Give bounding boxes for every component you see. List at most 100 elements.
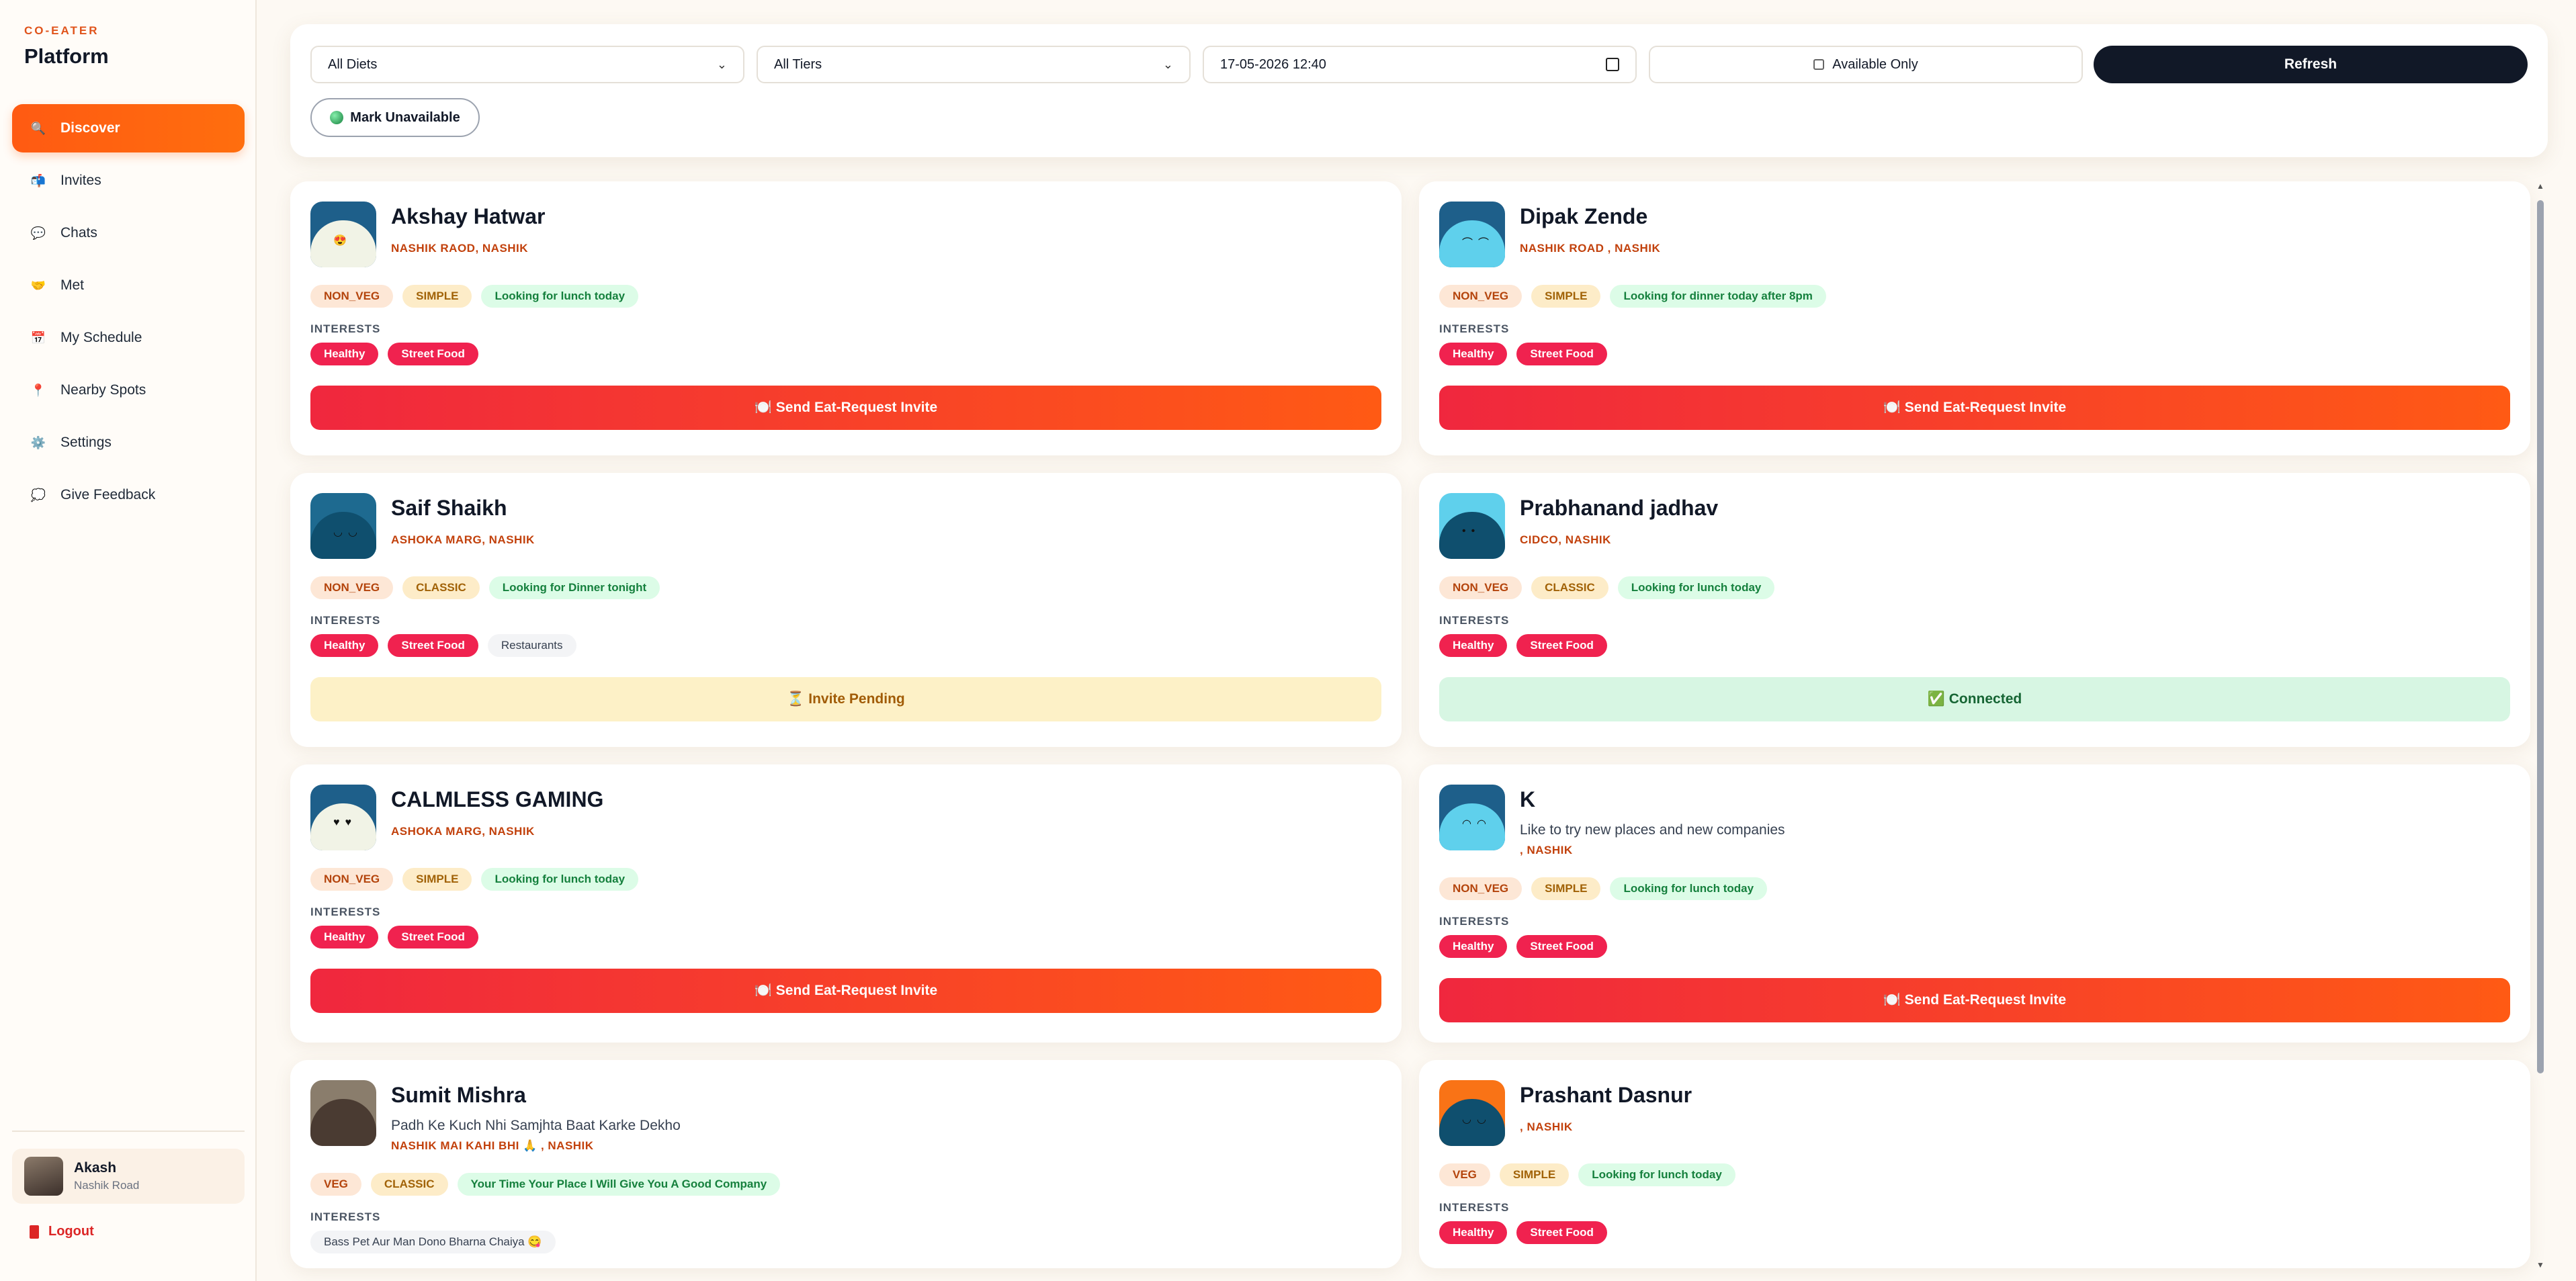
chevron-down-icon: ⌄ [1162,57,1173,71]
chevron-down-icon: ⌄ [716,57,727,71]
send-invite-button[interactable]: 🍽️ Send Eat-Request Invite [310,386,1381,430]
diet-badge: NON_VEG [1439,285,1522,308]
datetime-input[interactable]: 17-05-2026 12:40 [1203,46,1637,83]
sidebar-item-met[interactable]: 🤝 Met [12,261,245,310]
status-badge: Looking for lunch today [1617,576,1775,599]
avatar-face [310,1099,376,1146]
send-invite-button[interactable]: 🍽️ Send Eat-Request Invite [1439,386,2510,430]
tag-row: VEG CLASSIC Your Time Your Place I Will Gi… [310,1173,781,1196]
user-card-item: ⌒⌒ Dipak Zende NASHIK ROAD , NASHIK NON_VEG… [1419,181,2530,455]
calendar-icon[interactable] [1606,58,1619,71]
sidebar-item-label: Give Feedback [60,487,156,502]
status-badge: Looking for lunch today [481,285,639,308]
pin-icon: 📍 [30,383,46,397]
status-badge: Your Time Your Place I Will Give You A G… [457,1173,781,1196]
gear-icon: ⚙️ [30,435,46,449]
user-location: ASHOKA MARG, NASHIK [391,533,535,546]
available-only-checkbox[interactable] [1813,59,1825,70]
sidebar-item-my-schedule[interactable]: 📅 My Schedule [12,314,245,362]
handshake-icon: 🤝 [30,278,46,292]
interest-chip: Healthy [1439,634,1508,657]
interests-row: Healthy Street Food [1439,1221,1607,1244]
sidebar-item-nearby-spots[interactable]: 📍 Nearby Spots [12,366,245,414]
sidebar-item-label: Invites [60,173,101,188]
logout-label: Logout [48,1224,94,1239]
diet-badge: VEG [1439,1163,1490,1186]
diet-badge: NON_VEG [310,576,394,599]
avatar-eyes: ⌒⌒ [1462,238,1495,249]
user-card-item: Sumit Mishra Padh Ke Kuch Nhi Samjhta Baa… [290,1060,1402,1268]
sidebar-item-chats[interactable]: 💬 Chats [12,209,245,257]
diet-badge: NON_VEG [310,285,394,308]
available-only-toggle[interactable]: Available Only [1649,46,2083,83]
user-card-item: ◡◡ Saif Shaikh ASHOKA MARG, NASHIK NON_VEG C… [290,473,1402,747]
mail-icon: 📬 [30,173,46,187]
door-icon [30,1225,39,1239]
interest-chip: Healthy [310,343,379,365]
available-only-label: Available Only [1832,56,1918,72]
sidebar-item-label: My Schedule [60,330,142,345]
interest-chip: Healthy [310,634,379,657]
user-card[interactable]: Akash Nashik Road [12,1149,245,1204]
avatar-eyes: •• [1462,525,1481,537]
status-badge: Looking for lunch today [481,868,639,891]
invite-pending-status: ⏳ Invite Pending [310,677,1381,721]
avatar: ♥♥ [310,785,376,850]
interest-chip: Healthy [310,926,379,948]
sidebar-item-give-feedback[interactable]: 💭 Give Feedback [12,471,245,519]
filter-panel: All Diets ⌄ All Tiers ⌄ 17-05-2026 12:40… [290,24,2548,157]
interest-chip: Street Food [388,634,478,657]
tag-row: NON_VEG SIMPLE Looking for dinner today af… [1439,285,1826,308]
tier-badge: CLASSIC [402,576,480,599]
mark-unavailable-button[interactable]: Mark Unavailable [310,98,480,137]
tier-badge: CLASSIC [370,1173,448,1196]
interests-heading: INTERESTS [1439,614,1510,627]
send-invite-button[interactable]: 🍽️ Send Eat-Request Invite [1439,978,2510,1022]
tag-row: NON_VEG SIMPLE Looking for lunch today [310,868,639,891]
sidebar-item-discover[interactable]: 🔍 Discover [12,104,245,152]
user-name: Akshay Hatwar [391,204,546,228]
status-badge: Looking for Dinner tonight [488,576,660,599]
avatar: ◡◡ [310,493,376,559]
user-bio: Padh Ke Kuch Nhi Samjhta Baat Karke Dekh… [391,1118,681,1133]
user-location: ASHOKA MARG, NASHIK [391,825,535,838]
diet-select-value: All Diets [328,56,378,72]
user-card-item: ◡◡ Prashant Dasnur , NASHIK VEG SIMPLE Lookin… [1419,1060,2530,1268]
interest-chip: Street Food [1516,343,1607,365]
connected-status: ✅ Connected [1439,677,2510,721]
interests-row: Healthy Street Food [1439,634,1607,657]
tier-select[interactable]: All Tiers ⌄ [757,46,1191,83]
sidebar-item-label: Met [60,277,85,293]
interests-row: Healthy Street Food [310,926,478,948]
interest-chip: Healthy [1439,1221,1508,1244]
interests-heading: INTERESTS [1439,1201,1510,1214]
avatar [310,1080,376,1146]
scroll-down-icon[interactable]: ▼ [2536,1260,2544,1270]
diet-select[interactable]: All Diets ⌄ [310,46,744,83]
brand-tagline: CO-EATER [24,24,99,37]
tier-badge: SIMPLE [1531,877,1601,900]
scrollbar-thumb[interactable] [2537,200,2544,1073]
interests-row: Healthy Street Food Restaurants [310,634,576,657]
user-name: K [1520,787,1536,811]
tier-badge: SIMPLE [402,868,472,891]
tag-row: VEG SIMPLE Looking for lunch today [1439,1163,1735,1186]
sidebar-item-settings[interactable]: ⚙️ Settings [12,418,245,467]
sidebar: CO-EATER Platform 🔍 Discover 📬 Invites 💬 Chat… [0,0,257,1281]
interest-chip: Street Food [388,343,478,365]
interest-chip: Restaurants [487,634,576,657]
scrollbar[interactable]: ▲ ▼ [2536,181,2545,1270]
brand-title: Platform [24,44,109,68]
interests-row: Healthy Street Food [310,343,478,365]
refresh-button[interactable]: Refresh [2094,46,2528,83]
diet-badge: NON_VEG [310,868,394,891]
scroll-up-icon[interactable]: ▲ [2536,181,2544,191]
status-badge: Looking for lunch today [1610,877,1768,900]
sidebar-nav: 🔍 Discover 📬 Invites 💬 Chats 🤝 Met 📅 My Schedule 📍… [12,104,245,523]
sidebar-item-invites[interactable]: 📬 Invites [12,157,245,205]
send-invite-button[interactable]: 🍽️ Send Eat-Request Invite [310,969,1381,1013]
interest-chip: Bass Pet Aur Man Dono Bharna Chaiya 😋 [310,1231,556,1253]
avatar: ◡◡ [1439,1080,1505,1146]
logout-button[interactable]: Logout [30,1224,94,1239]
status-badge: Looking for dinner today after 8pm [1610,285,1826,308]
